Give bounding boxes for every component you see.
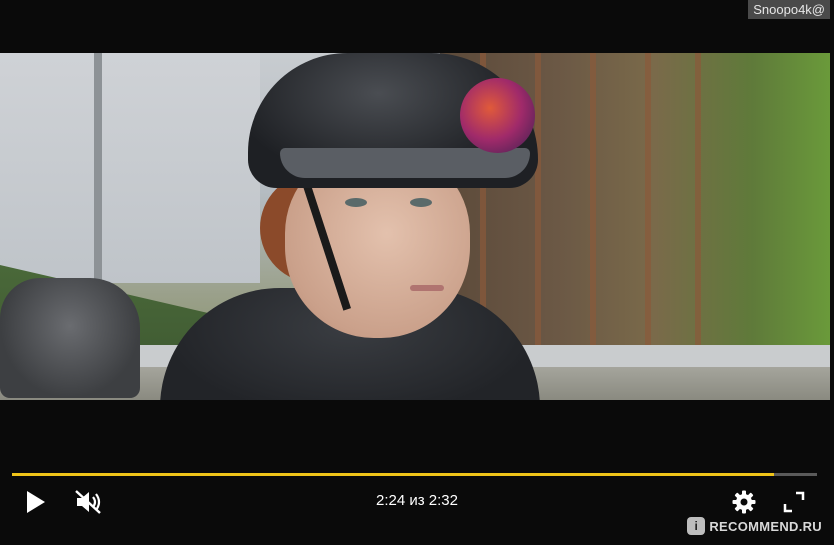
progress-bar[interactable] xyxy=(12,473,817,476)
progress-bar-fill xyxy=(12,473,775,476)
time-total: 2:32 xyxy=(428,492,458,509)
sunglasses-lens xyxy=(460,78,535,153)
recommend-logo-icon: i xyxy=(687,517,706,535)
time-current: 2:24 xyxy=(375,492,406,509)
cyclist-eye xyxy=(410,198,432,207)
video-pole xyxy=(94,53,102,303)
recommend-text: RECOMMEND.RU xyxy=(709,518,822,534)
recommend-watermark: i RECOMMEND.RU xyxy=(687,517,822,535)
cyclist-eye xyxy=(345,198,367,207)
cyclist-mouth xyxy=(410,285,444,291)
time-separator: из xyxy=(409,492,425,509)
video-player[interactable]: Snoopo4k@ 2:24 из 2:32 i RECOMMEND.RU xyxy=(0,0,834,545)
tree-trunk xyxy=(695,53,701,383)
video-car xyxy=(0,278,140,398)
video-frame[interactable] xyxy=(0,53,830,400)
time-display: 2:24 из 2:32 xyxy=(0,492,834,509)
uploader-watermark: Snoopo4k@ xyxy=(748,0,830,19)
tree-trunk xyxy=(590,53,596,383)
tree-trunk xyxy=(645,53,651,383)
video-cyclist xyxy=(160,53,550,400)
